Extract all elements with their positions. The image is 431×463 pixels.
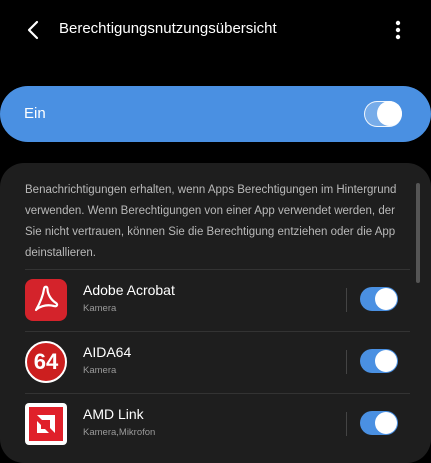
switch-knob xyxy=(377,101,402,126)
page-title: Berechtigungsnutzungsübersicht xyxy=(59,20,277,37)
switch-knob xyxy=(375,350,397,372)
app-bar: Berechtigungsnutzungsübersicht xyxy=(0,0,431,62)
master-toggle-bar[interactable]: Ein xyxy=(0,86,431,142)
app-toggle-switch[interactable] xyxy=(360,349,398,373)
more-options-icon[interactable] xyxy=(388,16,408,44)
app-row-amd-link[interactable]: AMD Link Kamera,Mikrofon xyxy=(0,394,431,455)
aida64-icon: 64 xyxy=(25,341,67,383)
app-permissions: Kamera xyxy=(83,303,117,314)
switch-knob xyxy=(375,288,397,310)
back-arrow-icon[interactable] xyxy=(22,18,46,42)
switch-knob xyxy=(375,412,397,434)
amd-link-icon xyxy=(25,403,67,445)
adobe-acrobat-icon xyxy=(25,279,67,321)
app-name: Adobe Acrobat xyxy=(83,282,175,298)
app-row-aida64[interactable]: 64 AIDA64 Kamera xyxy=(0,332,431,393)
master-toggle-switch[interactable] xyxy=(364,101,402,127)
vertical-divider xyxy=(346,288,347,312)
vertical-divider xyxy=(346,412,347,436)
app-permissions: Kamera xyxy=(83,365,117,376)
app-toggle-switch[interactable] xyxy=(360,411,398,435)
aida64-icon-text: 64 xyxy=(33,349,59,374)
scrollbar[interactable] xyxy=(416,183,420,283)
app-toggle-switch[interactable] xyxy=(360,287,398,311)
description-text: Benachrichtigungen erhalten, wenn Apps B… xyxy=(25,184,397,259)
app-row-adobe-acrobat[interactable]: Adobe Acrobat Kamera xyxy=(0,270,431,331)
settings-card: Benachrichtigungen erhalten, wenn Apps B… xyxy=(0,163,431,463)
master-toggle-label: Ein xyxy=(24,105,46,122)
app-name: AIDA64 xyxy=(83,344,132,360)
app-permissions: Kamera,Mikrofon xyxy=(83,427,156,438)
vertical-divider xyxy=(346,350,347,374)
app-name: AMD Link xyxy=(83,406,144,422)
